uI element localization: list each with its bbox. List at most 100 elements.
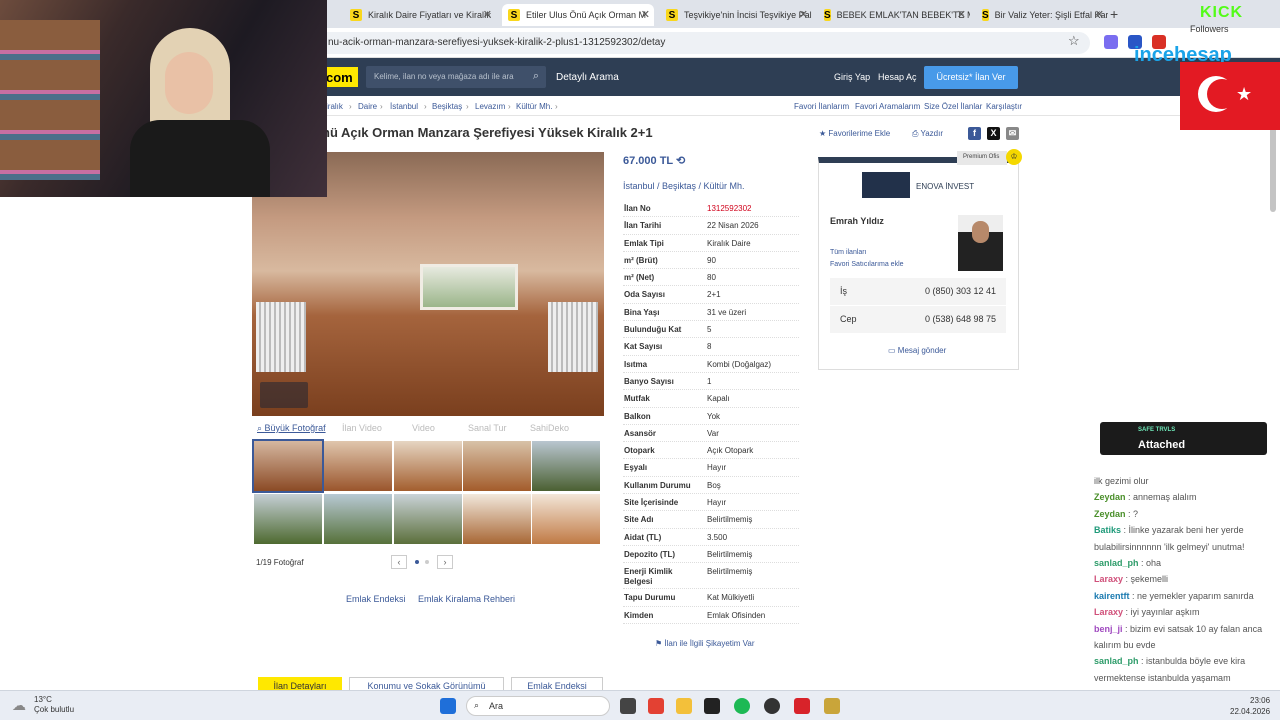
chat-username[interactable]: Laraxy	[1094, 574, 1123, 584]
new-tab-icon[interactable]: +	[1110, 6, 1118, 22]
tab-listing-details[interactable]: İlan Detayları	[258, 677, 342, 691]
complain-link[interactable]: ⚑ İlan ile İlgili Şikayetim Var	[655, 639, 755, 648]
rental-guide-link[interactable]: Emlak Kiralama Rehberi	[418, 594, 515, 604]
tab-virtual-tour[interactable]: Sanal Tur	[468, 423, 507, 433]
close-tab-icon[interactable]: ✕	[1095, 8, 1104, 21]
site-search-input[interactable]: Kelime, ilan no veya mağaza adı ile ara ⌕	[366, 66, 546, 88]
breadcrumb-item[interactable]: Daire	[358, 102, 377, 111]
chat-username[interactable]: sanlad_ph	[1094, 558, 1139, 568]
office-name[interactable]: ENOVA İNVEST	[916, 182, 974, 191]
file-explorer-icon[interactable]	[676, 698, 692, 714]
breadcrumb-item[interactable]: iralık	[326, 102, 343, 111]
browser-tab[interactable]: S Kiralık Daire Fiyatları ve Kiralık ✕	[344, 4, 496, 26]
bookmark-star-icon[interactable]: ☆	[1068, 33, 1080, 49]
close-tab-icon[interactable]: ✕	[483, 8, 492, 21]
favorite-searches-link[interactable]: Favori Aramalarım	[855, 102, 920, 111]
add-favorite-link[interactable]: ★ Favorilerime Ekle	[819, 129, 890, 138]
chat-username[interactable]: sanlad_ph	[1094, 656, 1139, 666]
mobile-phone[interactable]: Cep 0 (538) 648 98 75	[830, 306, 1006, 333]
thumbnail[interactable]	[532, 494, 600, 544]
browser-tab-active[interactable]: S Etiler Ulus Önü Açık Orman M ✕	[502, 4, 654, 26]
compare-link[interactable]: Karşılaştır	[986, 102, 1022, 111]
tab-sahideko[interactable]: SahiDeko	[530, 423, 569, 433]
stream-chat: ilk gezimi olur Zeydan : annemaş alalım Ze…	[1094, 476, 1280, 690]
thumbnail[interactable]	[254, 494, 322, 544]
browser-tab[interactable]: S Teşvikiye'nin İncisi Teşvikiye Pal ✕	[660, 4, 812, 26]
alert-title: SAFE TRVLS	[1138, 427, 1176, 433]
weather-widget[interactable]: 13°C Çok bulutlu	[34, 695, 74, 715]
office-logo[interactable]	[862, 172, 910, 198]
breadcrumb-item[interactable]: İstanbul	[390, 102, 418, 111]
browser-tab[interactable]: S BEBEK EMLAK'TAN BEBEK'TE M ✕	[818, 4, 970, 26]
add-favorite-seller-link[interactable]: Favori Satıcılarıma ekle	[830, 261, 904, 268]
pager-dot[interactable]	[415, 560, 419, 564]
prev-photo-button[interactable]: ‹	[391, 555, 407, 569]
special-listings-link[interactable]: Size Özel İlanlar	[924, 102, 982, 111]
price-history-icon[interactable]: ⟲	[676, 155, 685, 167]
close-tab-icon[interactable]: ✕	[957, 8, 966, 21]
tab-location[interactable]: Konumu ve Sokak Görünümü	[349, 677, 504, 691]
chat-username[interactable]: benj_ji	[1094, 624, 1123, 634]
thumbnail[interactable]	[252, 439, 324, 493]
detail-row: Site İçerisinde Hayır	[623, 494, 799, 512]
taskbar-search[interactable]: ⌕ Ara	[466, 696, 610, 716]
thumbnail[interactable]	[463, 441, 531, 491]
obs-icon[interactable]	[764, 698, 780, 714]
system-clock[interactable]: 23:06 22.04.2026	[1230, 695, 1270, 717]
chat-username[interactable]: kairentft	[1094, 591, 1130, 601]
all-listings-link[interactable]: Tüm ilanları	[830, 249, 867, 256]
thumbnail[interactable]	[324, 494, 392, 544]
pager-dot[interactable]	[425, 560, 429, 564]
thumbnail[interactable]	[394, 494, 462, 544]
listing-location[interactable]: İstanbul / Beşiktaş / Kültür Mh.	[623, 181, 745, 191]
app-icon[interactable]	[794, 698, 810, 714]
chrome-icon[interactable]	[648, 698, 664, 714]
extension-icon[interactable]	[1104, 35, 1118, 49]
browser-tab[interactable]: SBir Valiz Yeter: Şişli Etfal Karşısı✕	[976, 4, 1108, 26]
thumbnail[interactable]	[532, 441, 600, 491]
spotify-icon[interactable]	[734, 698, 750, 714]
breadcrumb-item[interactable]: Kültür Mh.	[516, 102, 552, 111]
thumbnail[interactable]	[463, 494, 531, 544]
task-view-icon[interactable]	[620, 698, 636, 714]
breadcrumb-item[interactable]: Levazım	[475, 102, 505, 111]
chat-username[interactable]: Laraxy	[1094, 607, 1123, 617]
tab-listing-video[interactable]: İlan Video	[342, 423, 382, 433]
chat-username[interactable]: Zeydan	[1094, 509, 1126, 519]
app-icon[interactable]	[704, 698, 720, 714]
print-link[interactable]: ⎙ Yazdır	[912, 129, 943, 139]
page-scrollbar[interactable]	[1270, 120, 1276, 212]
register-link[interactable]: Hesap Aç	[878, 72, 917, 82]
breadcrumb-item[interactable]: Beşiktaş	[432, 102, 462, 111]
app-icon[interactable]	[824, 698, 840, 714]
advanced-search-link[interactable]: Detaylı Arama	[556, 72, 619, 83]
site-logo[interactable]: com	[322, 67, 358, 87]
detail-label: Emlak Tipi	[624, 238, 664, 248]
next-photo-button[interactable]: ›	[437, 555, 453, 569]
detail-row: Banyo Sayısı 1	[623, 373, 799, 391]
flag-crescent-cutout	[1207, 79, 1237, 109]
chat-username[interactable]: Batiks	[1094, 525, 1121, 535]
tab-real-estate-index[interactable]: Emlak Endeksi	[511, 677, 603, 691]
facebook-share-icon[interactable]: f	[968, 127, 981, 140]
email-share-icon[interactable]: ✉	[1006, 127, 1019, 140]
windows-start-icon[interactable]	[440, 698, 456, 714]
url-field[interactable]: nu-acik-orman-manzara-serefiyesi-yuksek-…	[300, 32, 1090, 54]
work-phone[interactable]: İş 0 (850) 303 12 41	[830, 278, 1006, 305]
flag-star-icon: ★	[1236, 84, 1253, 104]
close-tab-icon[interactable]: ✕	[641, 8, 650, 21]
thumbnail[interactable]	[394, 441, 462, 491]
post-ad-button[interactable]: Ücretsiz* İlan Ver	[924, 66, 1018, 89]
tab-big-photo[interactable]: ⌕ Büyük Fotoğraf	[257, 423, 326, 434]
close-tab-icon[interactable]: ✕	[799, 8, 808, 21]
favorite-listings-link[interactable]: Favori İlanlarım	[794, 102, 849, 111]
search-icon[interactable]: ⌕	[533, 70, 539, 83]
send-message-link[interactable]: ▭ Mesaj gönder	[888, 346, 946, 355]
x-share-icon[interactable]: X	[987, 127, 1000, 140]
detail-label: Kat Sayısı	[624, 342, 663, 352]
chat-username[interactable]: Zeydan	[1094, 492, 1126, 502]
login-link[interactable]: Giriş Yap	[834, 72, 870, 82]
tab-video[interactable]: Video	[412, 423, 435, 433]
real-estate-index-link[interactable]: Emlak Endeksi	[346, 594, 406, 604]
thumbnail[interactable]	[324, 441, 392, 491]
